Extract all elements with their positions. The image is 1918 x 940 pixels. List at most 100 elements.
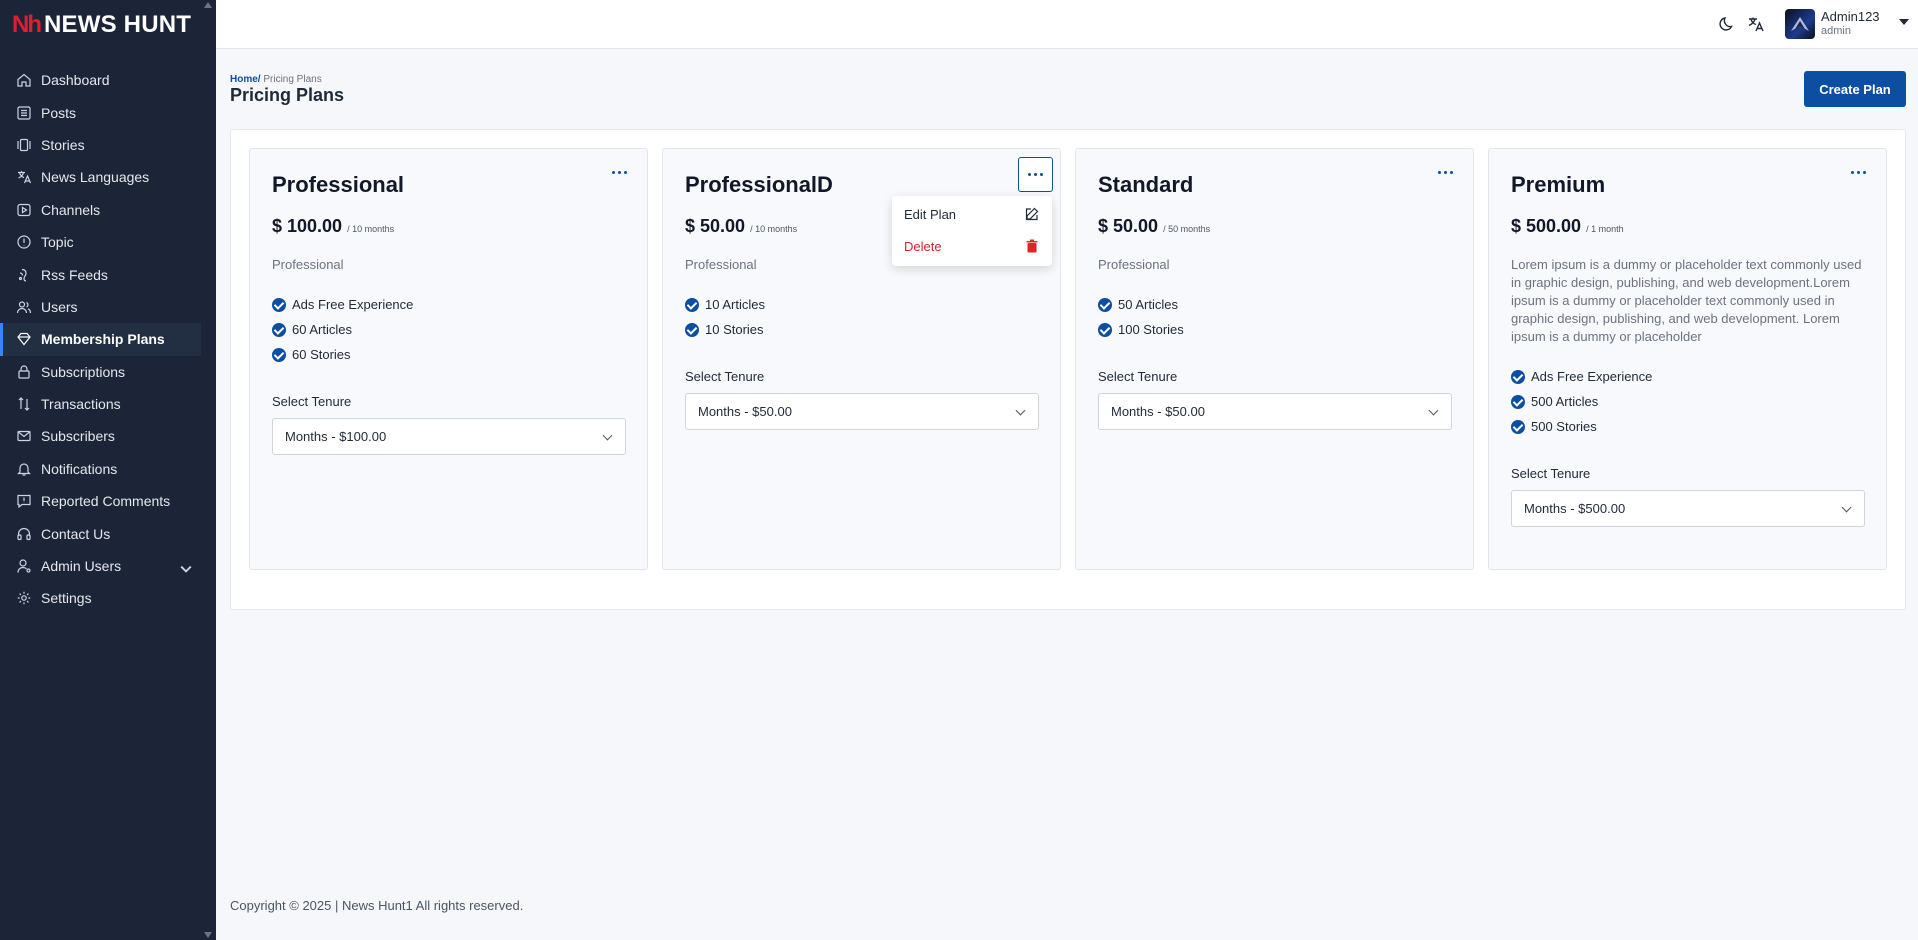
feature-item: 10 Stories [685,317,765,342]
scroll-up-arrow[interactable] [204,2,212,8]
create-plan-button[interactable]: Create Plan [1804,71,1906,107]
check-circle-icon [272,347,286,362]
sidebar-item-label: Transactions [41,396,121,413]
sidebar-item-label: Contact Us [41,525,111,542]
sidebar-item-label: Admin Users [41,558,122,575]
tenure-select[interactable]: Months - $100.00 [272,418,626,455]
plan-card-premium: Premium $ 500.00 / 1 month Lorem ipsum i… [1488,148,1887,570]
scroll-down-arrow[interactable] [204,932,212,938]
feature-item: 500 Articles [1511,389,1652,414]
tenure-label: Select Tenure [1511,466,1591,481]
top-header: Admin123 admin [216,0,1918,49]
tenure-select[interactable]: Months - $500.00 [1511,490,1865,527]
transfer-icon [18,397,30,411]
chevron-down-icon[interactable] [178,561,194,577]
avatar[interactable] [1785,9,1815,39]
sidebar-item-membership-plans[interactable]: Membership Plans [0,323,201,356]
sidebar-item-posts[interactable]: Posts [0,96,216,128]
breadcrumb-home-link[interactable]: Home/ [230,74,261,85]
sidebar-item-contact-us[interactable]: Contact Us [0,517,216,549]
plan-price-amount: $ 50.00 [1098,216,1159,236]
footer-copyright: Copyright © 2025 | News Hunt1 All rights… [230,898,524,913]
feature-label: Ads Free Experience [1531,369,1653,384]
check-circle-icon [272,322,286,337]
plan-description: Lorem ipsum is a dummy or placeholder te… [1511,257,1862,344]
plan-price-amount: $ 500.00 [1511,216,1582,236]
sidebar-item-stories[interactable]: Stories [0,129,216,161]
sidebar-item-dashboard[interactable]: Dashboard [0,64,216,96]
tenure-label: Select Tenure [685,369,765,384]
check-circle-icon [685,322,699,337]
card-menu-button[interactable] [607,165,631,179]
sidebar-item-subscribers[interactable]: Subscribers [0,420,216,452]
sidebar-item-settings[interactable]: Settings [0,582,216,614]
card-menu-button[interactable] [1846,165,1870,179]
feature-item: 50 Articles [1098,292,1184,317]
tenure-select[interactable]: Months - $50.00 [1098,393,1452,430]
card-actions-dropdown: Edit Plan Delete [892,196,1052,266]
plan-price-amount: $ 50.00 [685,216,746,236]
sidebar-item-channels[interactable]: Channels [0,194,216,226]
tenure-label: Select Tenure [272,394,352,409]
tenure-select[interactable]: Months - $50.00 [685,393,1039,430]
info-icon [17,235,31,249]
feature-list: 10 Articles 10 Stories [685,292,765,342]
stories-icon [17,138,31,152]
sidebar-item-label: Rss Feeds [41,266,108,283]
play-icon [17,203,31,216]
tenure-select-value: Months - $50.00 [1111,404,1205,419]
feature-label: 500 Articles [1531,394,1599,409]
feature-list: 50 Articles 100 Stories [1098,292,1184,342]
delete-plan-menu-item[interactable]: Delete [904,239,942,254]
user-menu-caret-icon[interactable] [1899,19,1909,25]
feature-label: 500 Stories [1531,419,1597,434]
posts-icon [17,105,31,120]
sidebar-item-transactions[interactable]: Transactions [0,388,216,420]
check-circle-icon [272,297,286,312]
card-menu-button[interactable] [1018,157,1053,192]
trash-icon[interactable] [1024,238,1040,254]
logo-text: NEWS HUNT [44,11,192,38]
bell-icon [17,463,31,476]
plan-name: Standard [1098,172,1194,197]
logo-mark: Nh [12,11,42,38]
plan-description: Professional [272,257,344,272]
check-circle-icon [685,297,699,312]
diamond-icon [17,333,31,346]
translate-icon[interactable] [1746,14,1766,34]
chevron-down-icon [1841,502,1852,513]
plan-price: $ 100.00 / 10 months [272,216,394,237]
home-icon [17,73,31,87]
sidebar-item-admin-users[interactable]: Admin Users [0,550,216,582]
plan-name: ProfessionalD [685,172,833,197]
chevron-down-icon [1015,405,1026,416]
sidebar-nav: Dashboard Posts Stories News Languages C… [0,64,216,615]
user-name[interactable]: Admin123 [1821,9,1880,24]
sidebar-item-label: Dashboard [41,72,110,89]
edit-icon[interactable] [1024,206,1040,222]
headset-icon [17,527,31,540]
feature-item: 60 Articles [272,317,413,342]
sidebar-item-rss-feeds[interactable]: Rss Feeds [0,258,216,290]
sidebar-item-label: Subscriptions [41,363,126,380]
sidebar-item-news-languages[interactable]: News Languages [0,161,216,193]
sidebar-item-topic[interactable]: Topic [0,226,216,258]
chevron-down-icon [1428,405,1439,416]
sidebar-item-label: Reported Comments [41,493,171,510]
edit-plan-menu-item[interactable]: Edit Plan [904,207,956,222]
users-icon [16,301,32,313]
feature-label: 100 Stories [1118,322,1184,337]
sidebar-item-label: Channels [41,201,101,218]
sidebar-item-users[interactable]: Users [0,291,216,323]
plan-price-period: / 10 months [347,224,395,234]
check-circle-icon [1098,297,1112,312]
card-menu-button[interactable] [1433,165,1457,179]
feature-item: 10 Articles [685,292,765,317]
app-logo[interactable]: Nh NEWS HUNT [0,0,216,50]
moon-icon[interactable] [1717,14,1737,34]
sidebar-item-subscriptions[interactable]: Subscriptions [0,356,216,388]
feature-item: 60 Stories [272,342,413,367]
plan-card-professional: Professional $ 100.00 / 10 months Profes… [249,148,648,570]
sidebar-item-reported-comments[interactable]: Reported Comments [0,485,216,517]
sidebar-item-notifications[interactable]: Notifications [0,453,216,485]
